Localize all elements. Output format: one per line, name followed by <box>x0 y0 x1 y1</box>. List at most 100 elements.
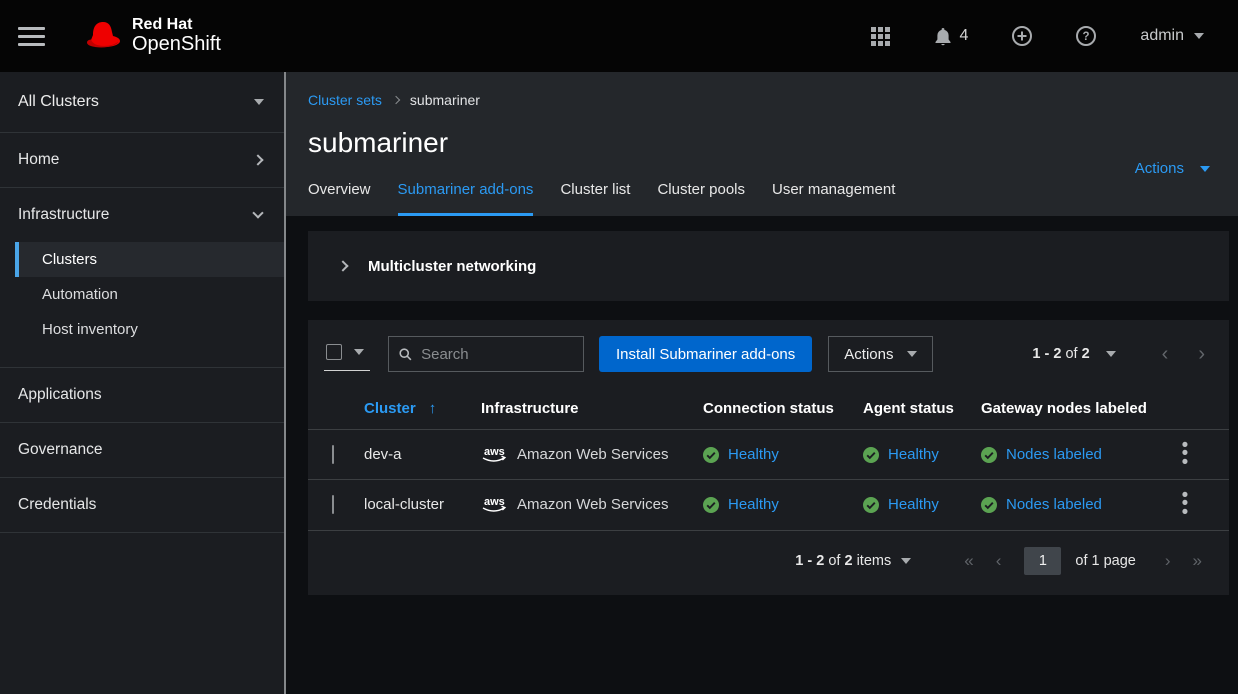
gateway-nodes-link[interactable]: Nodes labeled <box>1006 496 1102 513</box>
next-page-icon[interactable]: › <box>1156 551 1180 571</box>
prev-page-icon[interactable]: ‹ <box>987 551 1011 571</box>
nav-toggle-icon[interactable] <box>18 27 45 46</box>
page-number-input[interactable] <box>1024 547 1061 575</box>
tab-bar: Overview Submariner add-ons Cluster list… <box>308 181 1238 216</box>
column-header-connection-status[interactable]: Connection status <box>703 386 863 430</box>
row-checkbox[interactable] <box>332 495 334 514</box>
chevron-right-icon <box>252 154 263 165</box>
user-menu[interactable]: admin <box>1140 27 1204 45</box>
column-header-infrastructure[interactable]: Infrastructure <box>481 386 703 430</box>
sidebar-item-label: Credentials <box>18 496 96 514</box>
breadcrumb: Cluster sets submariner <box>308 92 1238 108</box>
chevron-down-icon <box>1194 33 1204 39</box>
table-actions-dropdown[interactable]: Actions <box>828 336 933 372</box>
bulk-select-dropdown[interactable] <box>324 338 370 371</box>
sidebar-item-label: Applications <box>18 386 102 404</box>
add-resource-icon[interactable] <box>1012 26 1032 46</box>
sort-ascending-icon: ↑ <box>429 400 437 417</box>
agent-status-link[interactable]: Healthy <box>888 446 939 463</box>
tab-submariner-add-ons[interactable]: Submariner add-ons <box>398 181 534 216</box>
first-page-icon[interactable]: « <box>955 551 982 571</box>
notifications-bell-icon[interactable]: 4 <box>934 27 969 46</box>
cluster-selector-label: All Clusters <box>18 93 99 111</box>
infrastructure-label: Amazon Web Services <box>517 496 668 513</box>
check-circle-icon <box>863 497 879 513</box>
brand-line2: OpenShift <box>132 34 221 55</box>
infrastructure-label: Amazon Web Services <box>517 446 668 463</box>
install-submariner-button[interactable]: Install Submariner add-ons <box>599 336 812 372</box>
breadcrumb-current: submariner <box>410 92 480 108</box>
caret-down-icon <box>254 99 264 105</box>
sidebar-item-automation[interactable]: Automation <box>0 277 284 312</box>
tab-cluster-pools[interactable]: Cluster pools <box>657 181 745 216</box>
column-header-cluster[interactable]: Cluster↑ <box>364 386 481 430</box>
expand-chevron-icon[interactable] <box>337 260 348 271</box>
caret-down-icon[interactable] <box>1106 351 1116 357</box>
select-all-checkbox[interactable] <box>326 344 342 360</box>
check-circle-icon <box>981 497 997 513</box>
search-icon <box>399 347 412 362</box>
table-toolbar: Install Submariner add-ons Actions 1 - 2… <box>308 336 1229 386</box>
cluster-name: local-cluster <box>364 496 444 513</box>
pagination-top: 1 - 2 of 2 ‹ › <box>1032 344 1213 364</box>
expandable-title: Multicluster networking <box>368 258 536 275</box>
table-row: local-cluster aws Amazon Web Services <box>308 480 1229 530</box>
tab-overview[interactable]: Overview <box>308 181 371 216</box>
sidebar-item-label: Infrastructure <box>18 206 109 224</box>
cluster-name: dev-a <box>364 446 402 463</box>
check-circle-icon <box>703 447 719 463</box>
row-kebab-menu-icon[interactable]: ••• <box>1171 442 1199 468</box>
page-header: Cluster sets submariner submariner Actio… <box>286 72 1238 216</box>
connection-status-link[interactable]: Healthy <box>728 496 779 513</box>
pagination-summary[interactable]: 1 - 2 of 2 <box>1032 346 1089 362</box>
sidebar-item-label: Governance <box>18 441 102 459</box>
column-header-agent-status[interactable]: Agent status <box>863 386 981 430</box>
prev-page-icon[interactable]: ‹ <box>1154 344 1177 364</box>
sidebar-item-home[interactable]: Home <box>0 133 284 187</box>
tab-cluster-list[interactable]: Cluster list <box>560 181 630 216</box>
check-circle-icon <box>863 447 879 463</box>
sidebar-item-clusters[interactable]: Clusters <box>15 242 284 277</box>
next-page-icon[interactable]: › <box>1190 344 1213 364</box>
brand-line1: Red Hat <box>132 17 221 34</box>
sidebar-item-credentials[interactable]: Credentials <box>0 478 284 532</box>
row-kebab-menu-icon[interactable]: ••• <box>1171 492 1199 518</box>
row-checkbox[interactable] <box>332 445 334 464</box>
sidebar-item-infrastructure[interactable]: Infrastructure <box>0 188 284 242</box>
multicluster-networking-expandable[interactable]: Multicluster networking <box>308 231 1229 301</box>
table-header-row: Cluster↑ Infrastructure Connection statu… <box>308 386 1229 430</box>
cluster-selector-dropdown[interactable]: All Clusters <box>0 72 284 132</box>
app-launcher-icon[interactable] <box>871 27 890 46</box>
connection-status-link[interactable]: Healthy <box>728 446 779 463</box>
table-row: dev-a aws Amazon Web Services <box>308 430 1229 480</box>
check-circle-icon <box>981 447 997 463</box>
gateway-nodes-link[interactable]: Nodes labeled <box>1006 446 1102 463</box>
sidebar-item-governance[interactable]: Governance <box>0 423 284 477</box>
aws-icon: aws <box>481 495 508 514</box>
table-actions-label: Actions <box>844 346 893 363</box>
help-icon[interactable]: ? <box>1076 26 1096 46</box>
sidebar-item-label: Host inventory <box>42 321 138 338</box>
sidebar-item-applications[interactable]: Applications <box>0 368 284 422</box>
submariner-table-card: Install Submariner add-ons Actions 1 - 2… <box>308 320 1229 595</box>
tab-user-management[interactable]: User management <box>772 181 895 216</box>
masthead: Red Hat OpenShift 4 ? admin <box>0 0 1238 72</box>
page-title: submariner <box>308 127 1238 159</box>
svg-text:?: ? <box>1083 31 1090 43</box>
caret-down-icon[interactable] <box>901 558 911 564</box>
page-content: Multicluster networking Install Submarin… <box>286 216 1238 694</box>
column-header-gateway-nodes[interactable]: Gateway nodes labeled <box>981 386 1171 430</box>
check-circle-icon <box>703 497 719 513</box>
username: admin <box>1140 27 1184 45</box>
search-input[interactable] <box>421 346 573 363</box>
aws-icon: aws <box>481 445 508 464</box>
sidebar-item-label: Clusters <box>42 251 97 268</box>
pagination-items-summary[interactable]: 1 - 2 of 2 items <box>795 553 891 569</box>
agent-status-link[interactable]: Healthy <box>888 496 939 513</box>
breadcrumb-cluster-sets-link[interactable]: Cluster sets <box>308 92 382 108</box>
sidebar-item-host-inventory[interactable]: Host inventory <box>0 312 284 347</box>
last-page-icon[interactable]: » <box>1184 551 1211 571</box>
breadcrumb-separator-icon <box>392 96 400 104</box>
page-actions-dropdown[interactable]: Actions <box>1135 160 1210 177</box>
caret-down-icon <box>907 351 917 357</box>
